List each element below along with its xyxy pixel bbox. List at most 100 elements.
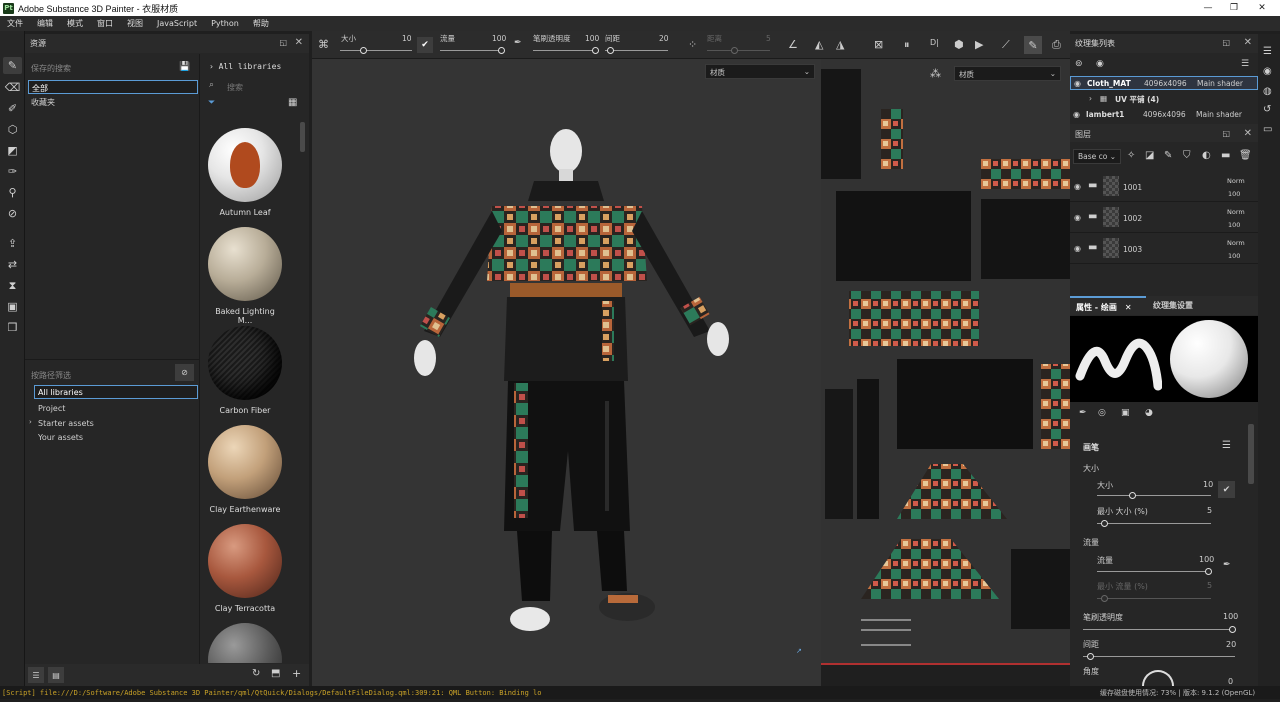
maximize-button[interactable]: ❐ — [1220, 0, 1248, 16]
import-icon[interactable]: ⬒ — [271, 668, 280, 679]
dock-icon[interactable]: ◱ — [279, 38, 287, 47]
category-all[interactable]: 全部 — [28, 80, 198, 94]
brush-tab-icon[interactable]: ✒ — [1079, 408, 1087, 418]
eye-icon[interactable]: ◉ — [1074, 244, 1081, 253]
spacing-slider[interactable] — [1083, 653, 1235, 660]
layer-row[interactable]: ◉ ▬ 1003 Norm 100 — [1070, 233, 1258, 264]
menu-javascript[interactable]: JavaScript — [150, 19, 204, 28]
pen-pressure-icon[interactable]: ✔ — [1218, 481, 1235, 498]
slider-knob[interactable] — [1101, 520, 1108, 527]
slider-knob[interactable] — [1087, 653, 1094, 660]
library-project[interactable]: Project — [38, 404, 65, 413]
list-view-icon[interactable]: ☰ — [28, 667, 44, 683]
layer-opacity[interactable]: 100 — [1228, 221, 1240, 229]
asset-clay-terracotta[interactable]: Clay Terracotta — [207, 524, 283, 613]
eye-icon[interactable]: ◉ — [1074, 213, 1081, 222]
bake-icon[interactable]: ⇪ — [3, 235, 22, 252]
uv-view[interactable]: ⁂ 材质 ⌄ — [821, 59, 1070, 665]
history-icon[interactable]: ↺ — [1263, 104, 1271, 115]
add-mask-icon[interactable]: ◐ — [1202, 150, 1211, 161]
polygon-fill-icon[interactable]: ◩ — [3, 142, 22, 159]
delete-icon[interactable]: 🗑 — [1239, 150, 1252, 161]
hide-icon[interactable]: ⊠ — [874, 38, 883, 51]
slider-knob[interactable] — [1229, 626, 1236, 633]
script-log[interactable]: [Script] file:///D:/Software/Adobe Subst… — [2, 689, 542, 697]
slider-knob[interactable] — [731, 47, 738, 54]
alpha-tab-icon[interactable]: ◎ — [1098, 408, 1106, 418]
stencil-tab-icon[interactable]: ▣ — [1121, 408, 1130, 418]
picker-icon[interactable]: ⊘ — [3, 205, 22, 222]
shader-settings-icon[interactable]: ◍ — [1263, 86, 1272, 97]
scrollbar[interactable] — [300, 122, 305, 152]
opacity-slider[interactable] — [1083, 626, 1236, 633]
close-window-button[interactable]: ✕ — [1248, 0, 1276, 16]
detail-view-icon[interactable]: ▤ — [48, 667, 64, 683]
smudge-icon[interactable]: ✑ — [3, 163, 22, 180]
slider-knob[interactable] — [360, 47, 367, 54]
close-icon[interactable]: ✕ — [1125, 303, 1132, 312]
projection-icon[interactable]: ✐ — [3, 100, 22, 117]
eye-icon[interactable]: ◉ — [1074, 79, 1081, 88]
tab-properties-paint[interactable]: 属性 - 绘画 ✕ — [1070, 296, 1146, 315]
texture-set-row-cloth[interactable]: ◉ Cloth_MAT 4096x4096 Main shader — [1070, 76, 1258, 90]
display-settings-icon[interactable]: ❒ — [3, 319, 22, 336]
eye-hidden-icon[interactable]: ⊘ — [175, 364, 194, 381]
uv-grid-icon[interactable]: ⁂ — [930, 67, 941, 80]
layer-opacity[interactable]: 100 — [1228, 190, 1240, 198]
paint-active-icon[interactable]: ✎ — [1024, 36, 1042, 54]
add-fill-layer-icon[interactable]: ⛉ — [1183, 150, 1191, 161]
cube-icon[interactable]: ⬢ — [954, 38, 964, 51]
add-paint-layer-icon[interactable]: ✎ — [1164, 150, 1172, 161]
eye-icon[interactable]: ◉ — [1096, 59, 1104, 69]
eye-icon[interactable]: ◉ — [1074, 182, 1081, 191]
library-starter[interactable]: Starter assets — [38, 419, 94, 428]
display-mode-icon[interactable]: D| — [930, 38, 939, 47]
slider-knob[interactable] — [1101, 595, 1108, 602]
hourglass-icon[interactable]: ⧗ — [3, 277, 22, 294]
min-flow-value[interactable]: 5 — [1207, 581, 1212, 590]
channel-dropdown[interactable]: Base co ⌄ — [1073, 149, 1121, 164]
menu-python[interactable]: Python — [204, 19, 246, 28]
material-tab-icon[interactable]: ◕ — [1145, 408, 1153, 418]
search-input[interactable]: 搜索 — [227, 82, 243, 93]
viewport-material-dropdown[interactable]: 材质 ⌄ — [705, 64, 815, 79]
size-slider[interactable] — [1097, 492, 1211, 499]
grid-view-icon[interactable]: ▦ — [288, 97, 297, 108]
uv-tiles-row[interactable]: › ▦ UV 平铺 (4) — [1070, 92, 1258, 106]
viewport-3d[interactable]: ↗ 材质 ⌄ — [312, 31, 821, 686]
min-size-slider[interactable] — [1097, 520, 1211, 527]
layer-opacity[interactable]: 100 — [1228, 252, 1240, 260]
spacing-value[interactable]: 20 — [1226, 640, 1236, 649]
mask-icon[interactable]: ◪ — [1145, 150, 1154, 161]
flow-value[interactable]: 100 — [1199, 555, 1214, 564]
size-value[interactable]: 10 — [1203, 480, 1213, 489]
layer-row[interactable]: ◉ ▬ 1002 Norm 100 — [1070, 202, 1258, 233]
save-search-icon[interactable]: 💾 — [179, 62, 190, 72]
slider-knob[interactable] — [607, 47, 614, 54]
minimize-button[interactable]: — — [1194, 0, 1222, 16]
pen-pressure-icon[interactable]: ✔ — [417, 37, 433, 53]
scrollbar[interactable] — [1248, 424, 1254, 484]
layer-row[interactable]: ◉ ▬ 1001 Norm 100 — [1070, 171, 1258, 202]
angle-icon[interactable]: ∠ — [788, 38, 798, 51]
menu-help[interactable]: 帮助 — [246, 18, 276, 29]
symmetry-icon[interactable]: ◭ — [815, 38, 823, 51]
close-icon[interactable]: ✕ — [1244, 128, 1252, 139]
library-all[interactable]: All libraries — [34, 385, 198, 399]
min-flow-slider[interactable] — [1097, 595, 1211, 602]
mirror-icon[interactable]: ◮ — [836, 38, 844, 51]
symmetry-dots-icon[interactable]: ⁘ — [688, 38, 697, 51]
menu-edit[interactable]: 编辑 — [30, 18, 60, 29]
filter-icon[interactable]: ⏷ — [208, 98, 215, 108]
slider-knob[interactable] — [1205, 568, 1212, 575]
texture-set-list-icon[interactable]: ☰ — [1263, 46, 1272, 57]
slider-knob[interactable] — [592, 47, 599, 54]
dock-icon[interactable]: ◱ — [1222, 38, 1230, 47]
asset-baked-lighting[interactable]: Baked Lighting M... — [207, 227, 283, 325]
category-favorites[interactable]: 收藏夹 — [31, 97, 55, 108]
clone-stamp-icon[interactable]: ⚲ — [3, 184, 22, 201]
display-settings-icon[interactable]: ◉ — [1263, 66, 1272, 77]
tab-texture-set-settings[interactable]: 纹理集设置 — [1153, 300, 1193, 311]
menu-window[interactable]: 窗口 — [90, 18, 120, 29]
layer-blend[interactable]: Norm — [1227, 239, 1245, 247]
